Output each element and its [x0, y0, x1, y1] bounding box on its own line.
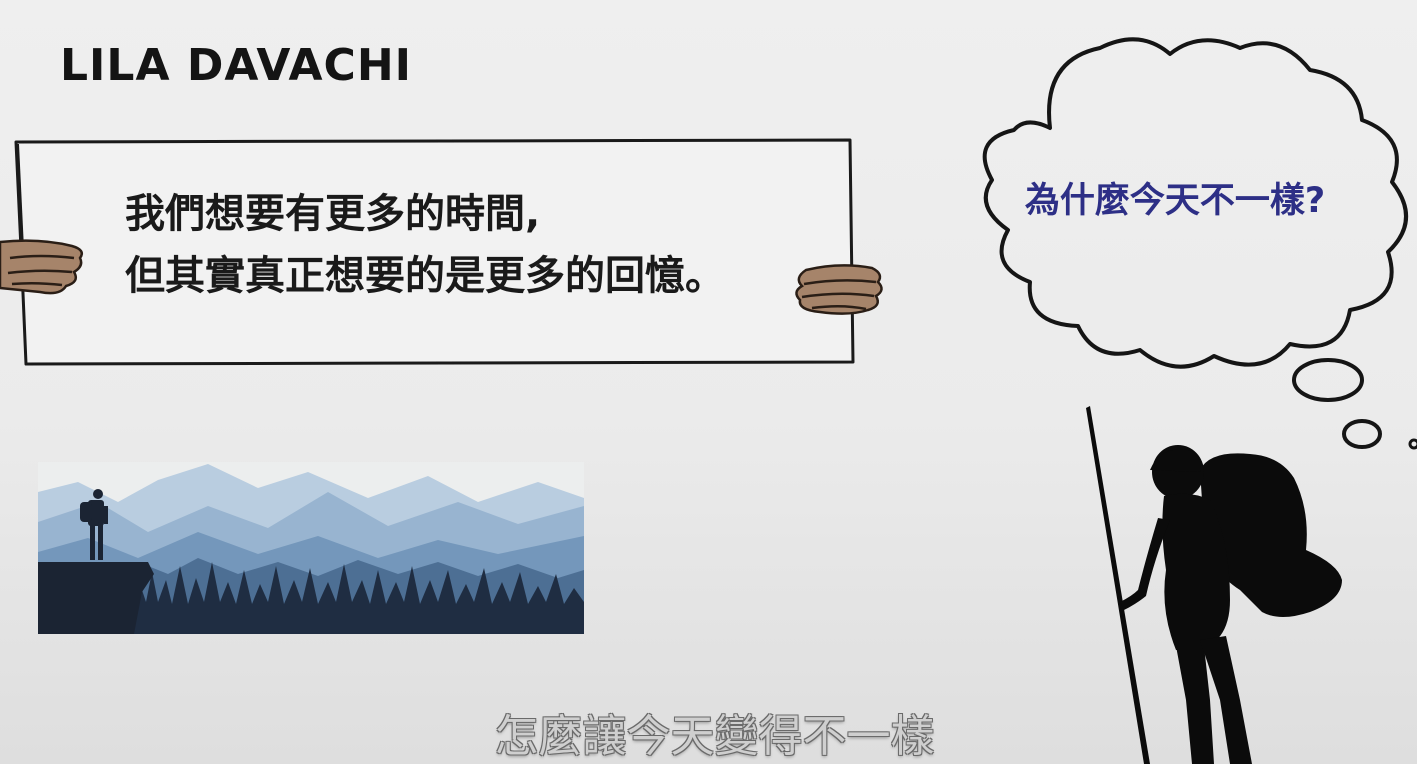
video-subtitle: 怎麼讓今天變得不一樣: [494, 711, 935, 762]
sign-quote-line-2: 但其實真正想要的是更多的回憶。: [125, 253, 725, 299]
thought-bubble-small-1: [1292, 358, 1364, 402]
speaker-name: LILA DAVACHI: [60, 40, 413, 91]
thought-bubble-text: 為什麼今天不一樣?: [1024, 181, 1326, 221]
sign-quote: 我們想要有更多的時間, 但其實真正想要的是更多的回憶。: [125, 183, 805, 307]
left-hand-icon: [0, 239, 83, 295]
sign-quote-line-1: 我們想要有更多的時間,: [125, 191, 541, 237]
mountain-landscape-image: [38, 462, 584, 634]
right-hand-icon: [795, 264, 883, 315]
thought-bubble-small-3: [1408, 438, 1417, 450]
